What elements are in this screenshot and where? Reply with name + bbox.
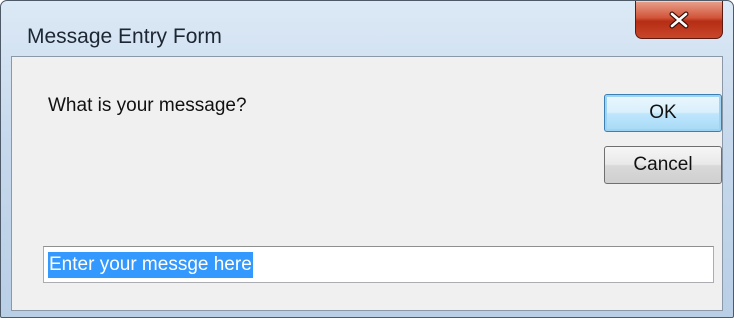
- cancel-button[interactable]: Cancel: [604, 146, 722, 184]
- dialog-client-area: What is your message? OK Cancel Enter yo…: [11, 56, 723, 311]
- prompt-label: What is your message?: [48, 95, 247, 116]
- ok-button[interactable]: OK: [604, 94, 722, 132]
- window-title: Message Entry Form: [27, 25, 222, 48]
- message-entry-dialog: Message Entry Form What is your message?…: [0, 0, 734, 318]
- close-icon: [668, 11, 690, 29]
- message-input-value: Enter your messge here: [48, 251, 253, 278]
- title-bar[interactable]: Message Entry Form: [1, 1, 733, 51]
- close-button[interactable]: [635, 1, 723, 39]
- message-input[interactable]: Enter your messge here: [43, 246, 714, 283]
